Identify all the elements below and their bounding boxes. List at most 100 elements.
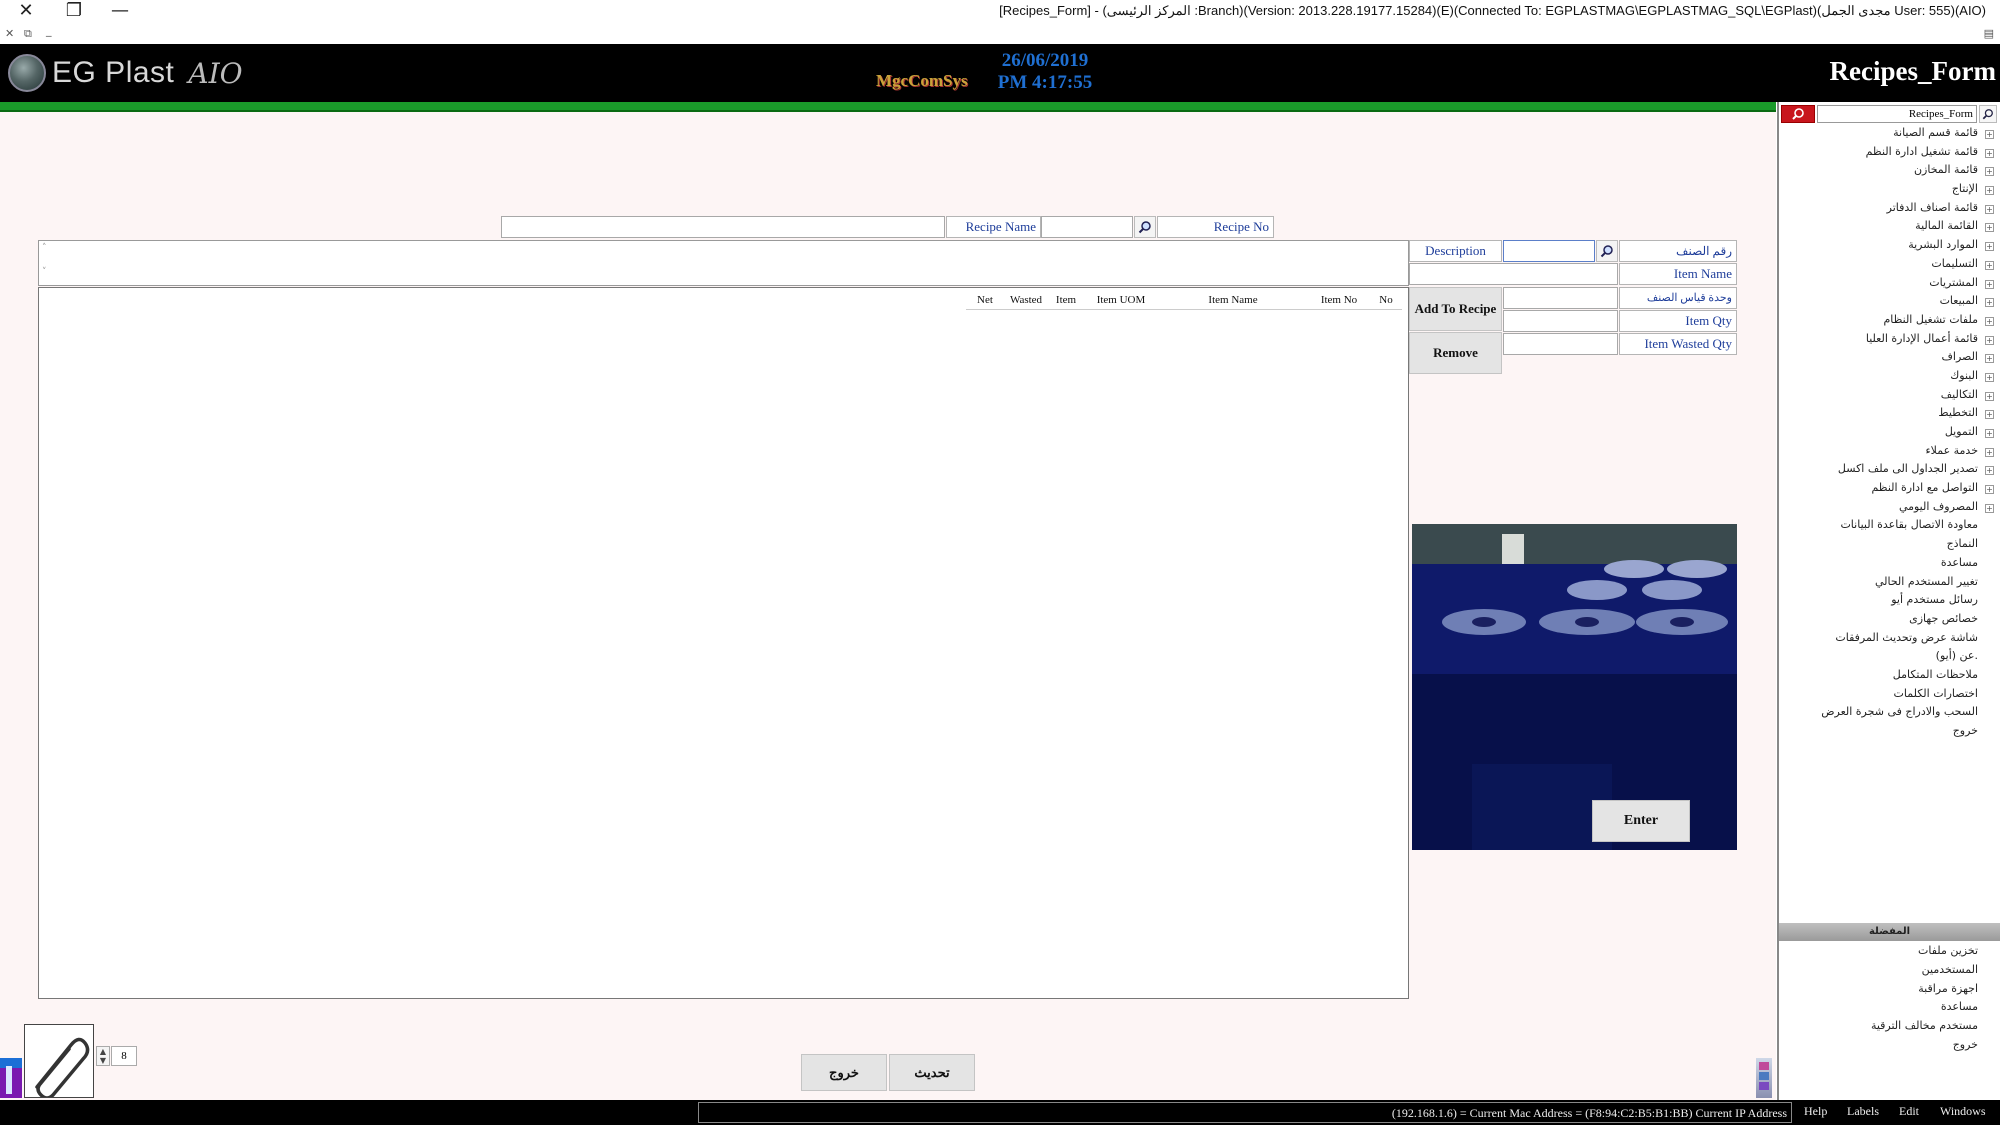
expand-icon[interactable]: + <box>1985 260 1994 270</box>
tree-item[interactable]: الموارد البشرية + <box>1779 238 2000 257</box>
scroll-up-icon[interactable]: ˄ <box>42 243 47 253</box>
expand-icon[interactable]: + <box>1985 335 1994 345</box>
tree-item[interactable]: قائمة المخازن + <box>1779 163 2000 182</box>
expand-icon[interactable]: + <box>1985 354 1994 364</box>
menu-edit[interactable]: Edit <box>1899 1104 1919 1119</box>
expand-icon[interactable]: + <box>1985 372 1994 382</box>
update-button[interactable]: تحديث <box>889 1054 975 1091</box>
menu-windows[interactable]: Windows <box>1940 1104 1986 1119</box>
tree-item[interactable]: المبيعات + <box>1779 294 2000 313</box>
item-code-input[interactable] <box>1503 240 1595 262</box>
search-button[interactable] <box>1781 105 1815 123</box>
favorite-item[interactable]: المستخدمين <box>1779 963 2000 982</box>
expand-icon[interactable]: + <box>1985 204 1994 214</box>
tree-item[interactable]: التخطيط + <box>1779 406 2000 425</box>
tree-item[interactable]: مساعدة <box>1779 556 2000 575</box>
column-header[interactable]: Item No <box>1308 290 1370 309</box>
tree-item[interactable]: التمويل + <box>1779 425 2000 444</box>
tree-item[interactable]: خدمة عملاء + <box>1779 444 2000 463</box>
attachments-count[interactable]: 8 <box>111 1046 137 1066</box>
tree-item[interactable]: قائمة تشغيل ادارة النظم + <box>1779 145 2000 164</box>
tree-item[interactable]: قائمة قسم الصيانة + <box>1779 126 2000 145</box>
expand-icon[interactable]: + <box>1985 485 1994 495</box>
recipe-items-grid[interactable]: Net Wasted Item Item UOM Item Name Item … <box>38 287 1409 999</box>
item-name-input[interactable] <box>1409 263 1618 285</box>
attach-button[interactable] <box>24 1024 94 1100</box>
column-header[interactable]: Item <box>1048 290 1084 309</box>
mdi-minimize-icon[interactable]: _ <box>46 24 52 37</box>
expand-icon[interactable]: + <box>1985 186 1994 196</box>
expand-icon[interactable]: + <box>1985 503 1994 513</box>
tree-item[interactable]: شاشة عرض وتحديث المرفقات <box>1779 631 2000 650</box>
mdi-menu-icon[interactable]: ▤ <box>1984 27 1994 40</box>
item-wasted-input[interactable] <box>1503 333 1618 355</box>
item-uom-input[interactable] <box>1503 287 1618 309</box>
column-header[interactable]: No <box>1370 290 1402 309</box>
tree-item[interactable]: قائمة اصناف الدفاتر + <box>1779 201 2000 220</box>
mdi-restore-icon[interactable]: ⧉ <box>24 27 32 41</box>
recipe-name-input[interactable] <box>501 216 945 238</box>
tree-item[interactable]: السحب والادراج فى شجرة العرض <box>1779 705 2000 724</box>
tree-item[interactable]: ملاحظات المتكامل <box>1779 668 2000 687</box>
expand-icon[interactable]: + <box>1985 167 1994 177</box>
expand-icon[interactable]: + <box>1985 316 1994 326</box>
minimize-icon[interactable]: — <box>100 0 140 24</box>
tree-item[interactable]: المصروف اليومي + <box>1779 500 2000 519</box>
sidebar-search-icon-button[interactable] <box>1979 105 1997 123</box>
expand-icon[interactable]: + <box>1985 242 1994 252</box>
tree-item[interactable]: الإنتاج + <box>1779 182 2000 201</box>
attachments-stepper[interactable]: ▲ ▼ <box>96 1046 110 1066</box>
recipe-no-input[interactable] <box>1041 216 1133 238</box>
enter-button[interactable]: Enter <box>1592 800 1690 842</box>
favorite-item[interactable]: اجهزة مراقبة <box>1779 982 2000 1001</box>
column-header[interactable]: Item Name <box>1158 290 1308 309</box>
tree-item[interactable]: معاودة الاتصال بقاعدة البيانات <box>1779 518 2000 537</box>
tree-item[interactable]: قائمة أعمال الإدارة العليا + <box>1779 332 2000 351</box>
add-to-recipe-button[interactable]: Add To Recipe <box>1409 287 1502 331</box>
tree-item[interactable]: اختصارات الكلمات <box>1779 687 2000 706</box>
mdi-close-icon[interactable]: ✕ <box>5 27 14 40</box>
expand-icon[interactable]: + <box>1985 148 1994 158</box>
favorite-item[interactable]: تخزين ملفات <box>1779 944 2000 963</box>
favorite-item[interactable]: مستخدم مخالف الترقية <box>1779 1019 2000 1038</box>
tree-item[interactable]: التكاليف + <box>1779 388 2000 407</box>
menu-labels[interactable]: Labels <box>1847 1104 1879 1119</box>
tree-item[interactable]: ملفات تشغيل النظام + <box>1779 313 2000 332</box>
expand-icon[interactable]: + <box>1985 429 1994 438</box>
expand-icon[interactable]: + <box>1985 298 1994 308</box>
expand-icon[interactable]: + <box>1985 466 1994 476</box>
tree-item[interactable]: التواصل مع ادارة النظم + <box>1779 481 2000 500</box>
tree-item[interactable]: الصراف + <box>1779 350 2000 369</box>
sidebar-search-input[interactable] <box>1817 105 1977 123</box>
tree-item[interactable]: النماذج <box>1779 537 2000 556</box>
menu-help[interactable]: Help <box>1804 1104 1827 1119</box>
expand-icon[interactable]: + <box>1985 410 1994 420</box>
expand-icon[interactable]: + <box>1985 130 1994 139</box>
tree-item[interactable]: خصائص جهازى <box>1779 612 2000 631</box>
expand-icon[interactable]: + <box>1985 447 1994 457</box>
tree-item[interactable]: البنوك + <box>1779 369 2000 388</box>
restore-icon[interactable]: ❐ <box>54 0 94 24</box>
tree-item[interactable]: المشتريات + <box>1779 276 2000 295</box>
tree-item[interactable]: تصدير الجداول الى ملف اكسل + <box>1779 462 2000 481</box>
tree-item[interactable]: التسليمات + <box>1779 257 2000 276</box>
scroll-down-icon[interactable]: ˅ <box>42 267 47 277</box>
favorite-item[interactable]: مساعدة <box>1779 1000 2000 1019</box>
tree-item[interactable]: خروج <box>1779 724 2000 743</box>
tree-item[interactable]: القائمة المالية + <box>1779 219 2000 238</box>
column-header[interactable]: Wasted <box>1004 290 1048 309</box>
expand-icon[interactable]: + <box>1985 223 1994 233</box>
close-icon[interactable]: ✕ <box>6 0 46 24</box>
item-search-button[interactable] <box>1596 240 1618 262</box>
side-tool-icon[interactable] <box>0 1058 22 1098</box>
column-header[interactable]: Net <box>966 290 1004 309</box>
expand-icon[interactable]: + <box>1985 279 1994 289</box>
recipe-search-button[interactable] <box>1134 216 1156 238</box>
exit-button[interactable]: خروج <box>801 1054 887 1091</box>
item-qty-input[interactable] <box>1503 310 1618 332</box>
tree-item[interactable]: رسائل مستخدم أيو <box>1779 593 2000 612</box>
favorite-item[interactable]: خروج <box>1779 1038 2000 1057</box>
tree-item[interactable]: عن (أيو). <box>1779 649 2000 668</box>
remove-button[interactable]: Remove <box>1409 332 1502 374</box>
books-icon[interactable] <box>1756 1058 1772 1098</box>
